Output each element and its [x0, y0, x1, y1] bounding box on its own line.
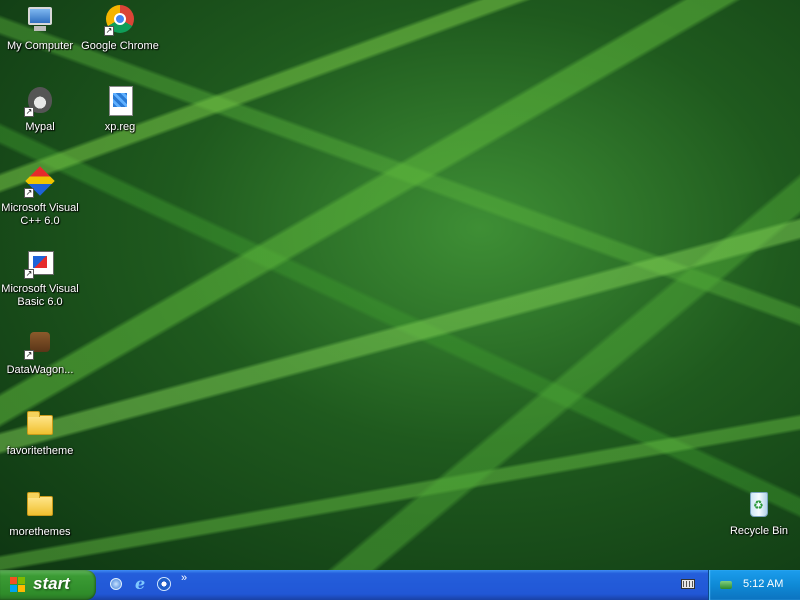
desktop-icon-label: My Computer [6, 40, 74, 52]
desktop-icon-datawagon[interactable]: ↗ DataWagon... [0, 328, 80, 377]
visual-basic-icon: ↗ [24, 247, 56, 279]
desktop[interactable]: My Computer ↗ Google Chrome ↗ Mypal xp.r… [0, 0, 800, 570]
desktop-icon-google-chrome[interactable]: ↗ Google Chrome [80, 4, 160, 53]
desktop-icon-mypal[interactable]: ↗ Mypal [0, 85, 80, 134]
my-computer-icon [24, 4, 56, 36]
desktop-icon-morethemes[interactable]: morethemes [0, 490, 80, 539]
chrome-icon: ↗ [104, 4, 136, 36]
start-label: start [33, 574, 70, 593]
desktop-icon-label: Google Chrome [81, 40, 159, 52]
desktop-icon-label: Mypal [25, 121, 55, 133]
taskbar: start » 5:12 AM [0, 570, 800, 600]
desktop-icon-label: Microsoft Visual Basic 6.0 [1, 283, 79, 308]
show-desktop-icon[interactable] [108, 576, 124, 592]
desktop-icon-label: DataWagon... [6, 364, 74, 376]
shortcut-arrow-icon: ↗ [24, 350, 34, 360]
start-button[interactable]: start [0, 570, 96, 600]
network-tray-icon[interactable] [719, 578, 733, 592]
desktop-icon-visual-cpp[interactable]: ↗ Microsoft Visual C++ 6.0 [0, 166, 80, 228]
clock[interactable]: 5:12 AM [743, 578, 783, 590]
desktop-icon-label: Recycle Bin [729, 525, 789, 537]
desktop-icon-label: favoritetheme [6, 445, 74, 457]
recycle-bin-icon [743, 489, 775, 521]
folder-icon [24, 409, 56, 441]
desktop-icon-visual-basic[interactable]: ↗ Microsoft Visual Basic 6.0 [0, 247, 80, 309]
internet-explorer-icon[interactable] [132, 574, 148, 593]
desktop-icon-recycle-bin[interactable]: Recycle Bin [719, 489, 799, 538]
shortcut-arrow-icon: ↗ [24, 188, 34, 198]
shortcut-arrow-icon: ↗ [24, 269, 34, 279]
shortcut-arrow-icon: ↗ [24, 107, 34, 117]
desktop-icon-label: morethemes [9, 526, 71, 538]
system-tray: 5:12 AM [708, 570, 800, 600]
desktop-icon-xp-reg[interactable]: xp.reg [80, 85, 160, 134]
desktop-icon-favoritetheme[interactable]: favoritetheme [0, 409, 80, 458]
visual-cpp-icon: ↗ [24, 166, 56, 198]
registry-file-icon [104, 85, 136, 117]
windows-logo-icon [10, 577, 26, 593]
desktop-icon-label: xp.reg [104, 121, 136, 133]
keyboard-icon[interactable] [681, 579, 695, 589]
desktop-icon-label: Microsoft Visual C++ 6.0 [1, 202, 79, 227]
mypal-icon: ↗ [24, 85, 56, 117]
desktop-icon-my-computer[interactable]: My Computer [0, 4, 80, 53]
quick-launch-chevron[interactable]: » [181, 572, 187, 584]
media-player-icon[interactable] [156, 576, 172, 592]
shortcut-arrow-icon: ↗ [104, 26, 114, 36]
folder-icon [24, 490, 56, 522]
datawagon-icon: ↗ [24, 328, 56, 360]
